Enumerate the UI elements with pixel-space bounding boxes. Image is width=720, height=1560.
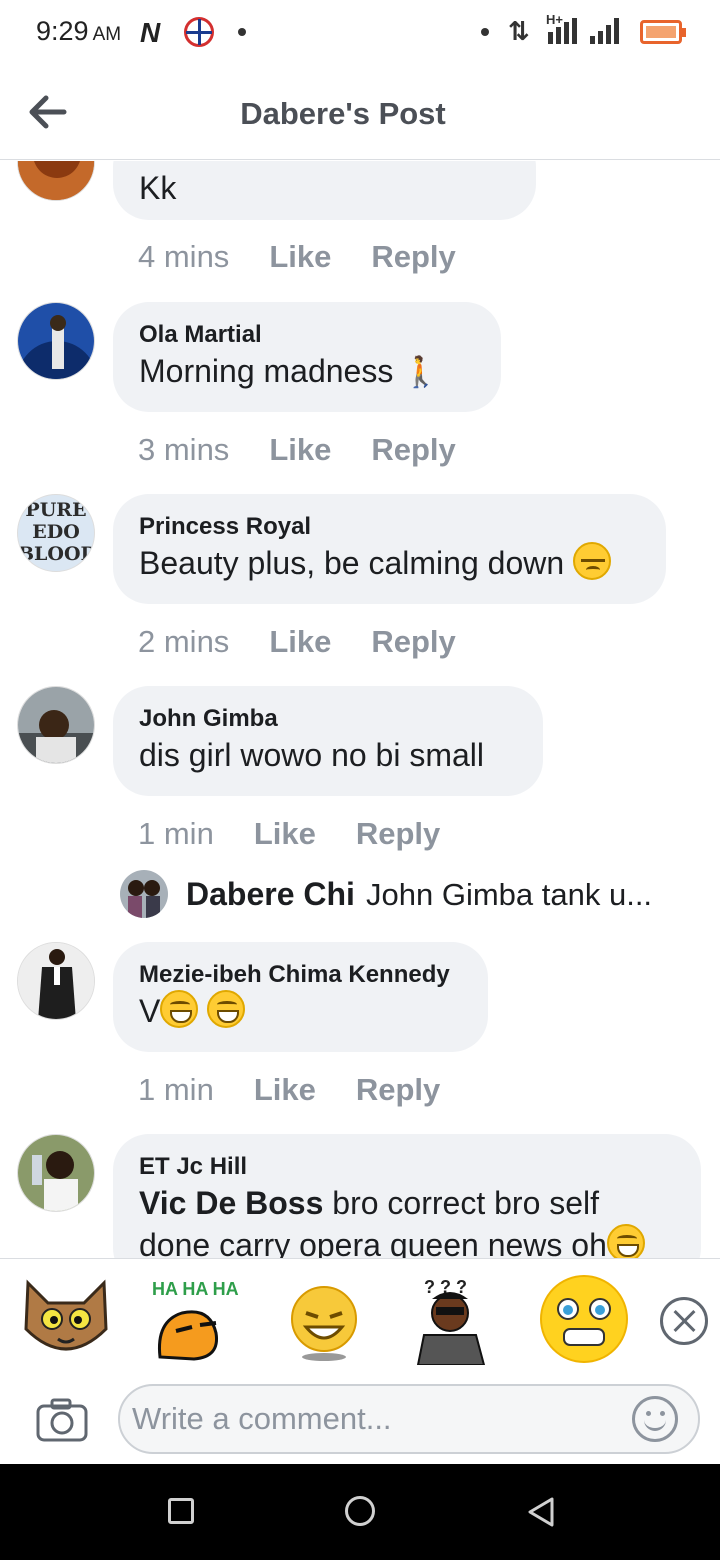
data-transfer-icon: ⇅ [508,16,530,46]
laughing-face-sticker-icon[interactable] [280,1273,376,1365]
comment-actions: 3 mins Like Reply [138,432,456,468]
comment-author: ET Jc Hill [139,1153,248,1180]
like-button[interactable]: Like [254,1072,316,1108]
comment-bubble[interactable]: Mezie-ibeh Chima Kennedy V [113,942,488,1052]
comment-author: Princess Royal [139,513,312,540]
grinning-face-icon [207,990,246,1028]
comment-composer [0,1374,720,1464]
status-dot-icon [481,28,489,36]
sticker-tray: HA HA HA ? ? ? [0,1258,720,1374]
comment-text: Kk [139,170,177,206]
comment-bubble[interactable]: Ola Martial Morning madness 🚶 [113,302,501,412]
comment-author: Mezie-ibeh Chima Kennedy [139,961,450,988]
haha-sticker-text: HA HA HA [152,1279,239,1299]
avatar[interactable] [17,302,95,380]
comment-text: Beauty plus, be calming down [139,545,565,581]
shocked-face-sticker-icon[interactable] [538,1273,634,1365]
battery-icon [640,20,686,44]
reply-preview[interactable]: Dabere Chi John Gimba tank u... [120,868,700,918]
avatar[interactable] [17,686,95,764]
comment-actions: 1 min Like Reply [138,1072,440,1108]
avatar-text: EDO [32,521,80,543]
comment-time: 4 mins [138,239,230,274]
reply-button[interactable]: Reply [356,1072,440,1108]
reply-button[interactable]: Reply [371,239,455,275]
status-time: 9:29 AM [36,16,122,46]
reply-author: Dabere Chi [186,876,355,912]
avatar[interactable] [17,942,95,1020]
like-button[interactable]: Like [254,816,316,852]
comment-author: John Gimba [139,705,278,732]
comment-text: V [139,993,161,1029]
comment-input[interactable] [118,1384,700,1454]
comment-text: dis girl wowo no bi small [139,737,485,773]
back-triangle-icon[interactable] [526,1496,556,1528]
avatar[interactable] [17,1134,95,1212]
cat-sticker-icon[interactable] [18,1273,114,1365]
close-tray-icon[interactable] [660,1297,708,1345]
like-button[interactable]: Like [269,239,331,275]
comment-bubble[interactable]: Kk [113,161,536,220]
grinning-face-icon [160,990,199,1028]
avatar[interactable]: PURE EDO BLOOD [17,494,95,572]
comment-actions: 2 mins Like Reply [138,624,456,660]
home-icon[interactable] [345,1496,375,1526]
signal-strength-icon [548,18,577,44]
reply-button[interactable]: Reply [371,432,455,468]
comment-time: 3 mins [138,432,230,467]
signal-strength-2-icon [590,18,619,44]
comment-actions: 1 min Like Reply [138,816,440,852]
reply-text: John Gimba tank u... [366,877,653,912]
reply-button[interactable]: Reply [356,816,440,852]
avatar-text: PURE [25,499,87,521]
comment-bubble[interactable]: ET Jc Hill Vic De Boss bro correct bro s… [113,1134,701,1258]
globe-notification-icon [184,17,214,47]
reply-button[interactable]: Reply [371,624,455,660]
smiley-icon[interactable] [632,1396,678,1442]
comment-time: 1 min [138,816,214,851]
post-header: Dabere's Post [0,68,720,160]
comment-time: 1 min [138,1072,214,1107]
n-notification-icon: N [140,17,161,48]
page-title: Dabere's Post [240,96,446,131]
comments-list[interactable]: Kk 4 mins Like Reply Ola Martial Morning… [0,161,720,1258]
avatar-text: BLOOD [18,543,95,565]
recent-apps-icon[interactable] [168,1498,194,1524]
comment-actions: 4 mins Like Reply [138,239,456,275]
tears-of-joy-icon [606,1224,645,1258]
comment-text-line2: done carry opera queen news oh [139,1227,607,1258]
avatar [120,870,168,918]
like-button[interactable]: Like [269,624,331,660]
pensive-face-icon [573,542,612,580]
system-nav-bar [0,1464,720,1560]
comment-author: Ola Martial [139,321,262,348]
like-button[interactable]: Like [269,432,331,468]
camera-icon[interactable] [36,1398,88,1442]
comment-bubble[interactable]: John Gimba dis girl wowo no bi small [113,686,543,796]
notification-dot-icon [238,28,246,36]
haha-sticker-icon[interactable]: HA HA HA [146,1273,242,1365]
comment-mention[interactable]: Vic De Boss [139,1185,323,1221]
status-bar: 9:29 AM N ⇅ H+ [0,0,720,68]
walking-person-icon: 🚶 [402,356,440,389]
confused-man-sticker-icon[interactable]: ? ? ? [404,1273,500,1366]
avatar[interactable] [17,161,95,201]
comment-time: 2 mins [138,624,230,659]
comment-text: Morning madness [139,353,394,389]
comment-bubble[interactable]: Princess Royal Beauty plus, be calming d… [113,494,666,604]
comment-text: bro correct bro self [323,1185,600,1221]
